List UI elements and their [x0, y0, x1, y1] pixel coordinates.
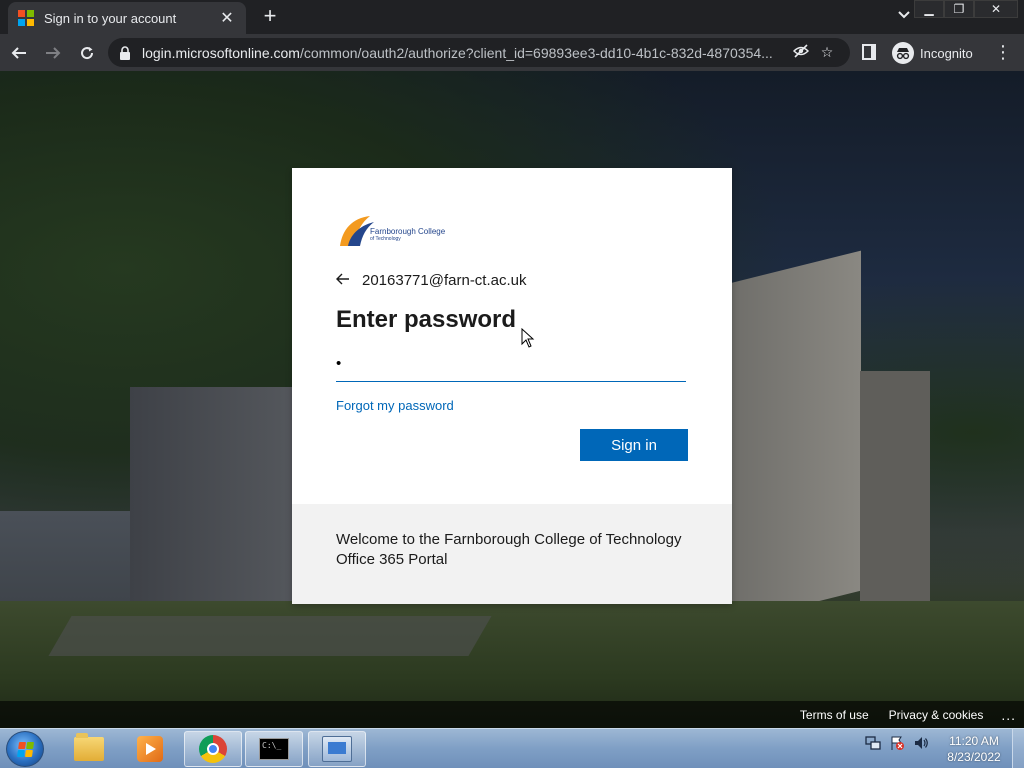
action-center-flag-icon[interactable] — [888, 735, 906, 753]
chrome-icon — [199, 735, 227, 763]
remote-desktop-icon — [322, 736, 352, 762]
show-desktop-button[interactable] — [1012, 729, 1024, 768]
taskbar: C:\_ 11:20 AM 8/23/2022 — [0, 728, 1024, 768]
background-path — [48, 616, 492, 656]
signin-card-main: Farnborough College of Technology 201637… — [292, 168, 732, 504]
url-path: /common/oauth2/authorize?client_id=69893… — [299, 44, 773, 61]
forward-button[interactable] — [38, 38, 68, 68]
microsoft-logo-icon — [18, 10, 34, 26]
page-background: Farnborough College of Technology 201637… — [0, 71, 1024, 728]
more-options-icon[interactable]: ... — [1001, 707, 1016, 723]
privacy-cookies-link[interactable]: Privacy & cookies — [889, 708, 984, 722]
button-row: Sign in — [336, 429, 688, 461]
background-building — [860, 371, 930, 621]
incognito-icon — [892, 42, 914, 64]
side-panel-icon[interactable] — [862, 44, 876, 60]
system-tray — [864, 735, 936, 753]
browser-toolbar: login.microsoftonline.com/common/oauth2/… — [0, 34, 1024, 71]
minimize-button[interactable]: ▁ — [914, 0, 944, 18]
taskbar-media-player[interactable] — [121, 731, 179, 767]
restore-button[interactable]: ❐ — [944, 0, 974, 18]
page-footer: Terms of use Privacy & cookies ... — [0, 701, 1024, 728]
password-field[interactable] — [336, 346, 686, 382]
back-button[interactable] — [4, 38, 34, 68]
reload-button[interactable] — [72, 38, 102, 68]
start-button[interactable] — [6, 731, 44, 767]
volume-icon[interactable] — [912, 735, 930, 753]
back-arrow-icon[interactable] — [336, 272, 354, 289]
signin-button[interactable]: Sign in — [580, 429, 688, 461]
organization-name: Farnborough College of Technology — [370, 227, 446, 243]
background-building — [130, 387, 300, 627]
background-building — [731, 250, 861, 624]
incognito-label: Incognito — [920, 45, 973, 61]
tab-search-chevron-icon[interactable] — [894, 8, 914, 22]
forward-arrow-icon — [46, 46, 61, 59]
explorer-icon — [74, 733, 104, 761]
eye-slash-icon[interactable] — [788, 44, 814, 61]
url-text[interactable]: login.microsoftonline.com/common/oauth2/… — [142, 45, 788, 61]
tab-title: Sign in to your account — [44, 10, 177, 26]
clock-time: 11:20 AM — [949, 734, 999, 748]
tab-close-icon[interactable]: ✕ — [218, 8, 236, 28]
welcome-text: Welcome to the Farnborough College of Te… — [336, 531, 682, 568]
reload-icon — [81, 46, 94, 59]
identity-banner[interactable]: 20163771@farn-ct.ac.uk — [336, 268, 688, 292]
cmd-icon: C:\_ — [259, 738, 289, 760]
window-controls: ▁ ❐ ✕ — [914, 0, 1018, 18]
taskbar-chrome[interactable] — [184, 731, 242, 767]
mouse-cursor-icon — [521, 328, 535, 348]
forgot-password-link[interactable]: Forgot my password — [336, 398, 688, 413]
taskbar-cmd[interactable]: C:\_ — [245, 731, 303, 767]
address-bar[interactable]: login.microsoftonline.com/common/oauth2/… — [108, 38, 850, 67]
lock-icon[interactable] — [118, 45, 132, 60]
new-tab-button[interactable]: + — [258, 5, 282, 29]
browser-menu-icon[interactable]: ⋮ — [994, 42, 1012, 63]
taskbar-clock[interactable]: 11:20 AM 8/23/2022 — [940, 733, 1008, 765]
organization-logo: Farnborough College of Technology — [336, 212, 688, 248]
taskbar-remote-desktop[interactable] — [308, 731, 366, 767]
media-player-icon — [137, 736, 163, 762]
taskbar-explorer[interactable] — [60, 731, 118, 767]
active-tab[interactable]: Sign in to your account ✕ — [8, 2, 246, 34]
clock-date: 8/23/2022 — [947, 750, 1001, 764]
terms-of-use-link[interactable]: Terms of use — [800, 708, 869, 722]
page-title: Enter password — [336, 306, 517, 333]
signin-card-footer: Welcome to the Farnborough College of Te… — [292, 504, 732, 604]
url-host: login.microsoftonline.com — [142, 44, 300, 61]
incognito-profile[interactable]: Incognito — [892, 40, 973, 66]
bookmark-star-icon[interactable]: ☆ — [814, 44, 840, 61]
signin-card: Farnborough College of Technology 201637… — [292, 168, 732, 604]
close-window-button[interactable]: ✕ — [974, 0, 1018, 18]
back-arrow-icon — [11, 46, 26, 59]
identity-email: 20163771@farn-ct.ac.uk — [362, 271, 527, 289]
tab-strip: Sign in to your account ✕ + ▁ ❐ ✕ — [0, 0, 1024, 34]
windows-logo-icon — [16, 741, 34, 757]
network-icon[interactable] — [864, 735, 882, 753]
